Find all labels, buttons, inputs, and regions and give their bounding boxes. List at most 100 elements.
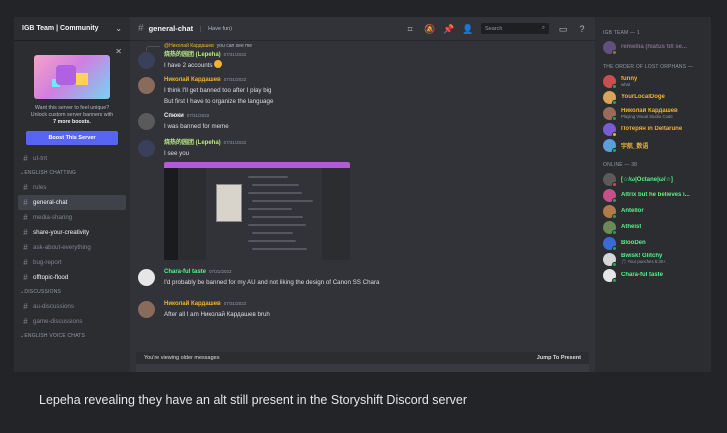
- message-header: Николай Кардашев 07/31/2022: [164, 299, 587, 309]
- category-title: ENGLISH CHATTING: [24, 170, 77, 176]
- chat-message: Спюки 07/31/2022 I was banned for meme: [138, 111, 587, 132]
- status-dot: [612, 131, 617, 137]
- hashtag-icon: #: [23, 154, 28, 163]
- channel-item[interactable]: # ut-tnt: [18, 151, 126, 166]
- boost-server-button[interactable]: Boost This Server: [26, 131, 118, 145]
- screenshot-text-line: [248, 240, 296, 242]
- member-item[interactable]: Atheist: [603, 219, 703, 235]
- avatar: [603, 236, 617, 251]
- avatar[interactable]: [138, 269, 155, 286]
- server-name: IGB Team | Community: [22, 25, 99, 32]
- message-header: Спюки 07/31/2022: [164, 111, 587, 121]
- hashtag-icon: #: [23, 183, 28, 192]
- message-text: I was banned for meme: [164, 121, 587, 132]
- older-messages-bar[interactable]: You're viewing older messages Jump To Pr…: [136, 352, 589, 364]
- member-item[interactable]: 宇航_数语: [603, 137, 703, 153]
- avatar[interactable]: [138, 113, 155, 130]
- help-icon[interactable]: ?: [577, 24, 587, 34]
- username[interactable]: 烧热的园团 (Lepeha): [164, 52, 221, 58]
- server-header[interactable]: IGB Team | Community ⌄: [14, 17, 130, 41]
- avatar: [603, 172, 617, 187]
- member-item[interactable]: Потерян in Deltarune: [603, 121, 703, 137]
- category-header[interactable]: ⌄ ENGLISH VOICE CHATS: [18, 329, 126, 343]
- message-text-content: I think I'll get banned too after I play…: [164, 87, 272, 94]
- emoji-icon: [214, 60, 223, 68]
- hashtag-icon: #: [23, 213, 28, 222]
- member-item[interactable]: Николай Кардашев Playing Visual Studio Co…: [603, 105, 703, 121]
- inbox-icon[interactable]: ▭: [558, 24, 568, 34]
- avatar: [603, 74, 617, 89]
- message-text: I think I'll get banned too after I play…: [164, 85, 587, 96]
- username[interactable]: Спюки: [164, 113, 184, 119]
- screenshot-text-line: [248, 192, 302, 194]
- bell-muted-icon[interactable]: 🔕: [424, 24, 435, 34]
- hashtag-icon: #: [23, 317, 28, 326]
- username[interactable]: Chara-ful taste: [164, 269, 206, 275]
- member-group-header: IGB TEAM — 1: [603, 30, 640, 36]
- status-dot: [612, 245, 617, 251]
- screenshot-text-line: [248, 208, 292, 210]
- members-icon[interactable]: 👤: [462, 24, 473, 34]
- member-item[interactable]: Chara-ful taste: [603, 267, 703, 283]
- hashtag-icon: #: [23, 273, 28, 282]
- username[interactable]: Николай Кардашев: [164, 77, 221, 83]
- chat-message: @Николай Кардашев you can see me 烧热的园团 (Le…: [138, 42, 587, 71]
- message-text-content: After all I am Николай Кардашев bruh: [164, 311, 270, 318]
- member-item[interactable]: Antellor: [603, 203, 703, 219]
- message-header: Николай Кардашев 07/31/2022: [164, 75, 587, 85]
- member-info: BlooDen: [621, 240, 646, 246]
- member-item[interactable]: Bwisk! Glitchy 🎵 Your punches 5:30+: [603, 251, 703, 267]
- attached-screenshot[interactable]: [164, 162, 350, 260]
- username[interactable]: Николай Кардашев: [164, 301, 221, 307]
- chat-message: Николай Кардашев 07/31/2022 After all I am…: [138, 299, 587, 320]
- timestamp: 07/31/2022: [186, 113, 210, 118]
- member-name: Altrix but he believes i...: [621, 192, 690, 198]
- avatar[interactable]: [138, 301, 155, 318]
- channel-topbar: # general-chat Have fun) ⌗ 🔕 📌 👤 Search …: [130, 17, 595, 41]
- category-header[interactable]: ⌄ ENGLISH CHATTING: [18, 166, 126, 180]
- close-icon[interactable]: ✕: [115, 47, 122, 56]
- hashtag-icon: #: [23, 258, 28, 267]
- channel-item[interactable]: # media-sharing: [18, 210, 126, 225]
- message-text-content: I see you: [164, 150, 190, 157]
- chevron-down-icon[interactable]: ⌄: [115, 24, 122, 33]
- threads-icon[interactable]: ⌗: [405, 24, 415, 34]
- channel-item[interactable]: # au-discussions: [18, 299, 126, 314]
- avatar[interactable]: [138, 140, 155, 157]
- channel-item[interactable]: # share-your-creativity: [18, 225, 126, 240]
- jump-to-present-button[interactable]: Jump To Present: [537, 355, 581, 361]
- boost-text-line: Want this server to feel unique?: [34, 105, 110, 111]
- status-dot: [612, 115, 617, 121]
- avatar: [603, 138, 617, 153]
- channel-item[interactable]: # general-chat: [18, 195, 126, 210]
- channel-item[interactable]: # game-discussions: [18, 314, 126, 329]
- member-item[interactable]: [☆/ω|Octane|ω/☆]: [603, 171, 703, 187]
- hashtag-icon: #: [23, 198, 28, 207]
- channel-topic: Have fun): [200, 25, 232, 32]
- member-item[interactable]: Altrix but he believes i...: [603, 187, 703, 203]
- channel-item[interactable]: # ask-about-everything: [18, 240, 126, 255]
- message-body: Спюки 07/31/2022 I was banned for meme: [164, 111, 587, 132]
- channel-item[interactable]: # bug-report: [18, 255, 126, 270]
- member-item[interactable]: remellia (hiatus till se...: [603, 39, 703, 55]
- message-text-content: But first I have to organize the languag…: [164, 98, 274, 105]
- member-info: Atheist: [621, 224, 641, 230]
- member-item[interactable]: BlooDen: [603, 235, 703, 251]
- message-composer[interactable]: [136, 364, 589, 372]
- avatar[interactable]: [138, 77, 155, 94]
- username[interactable]: 烧热的园团 (Lepeha): [164, 140, 221, 146]
- screenshot-members: [322, 168, 350, 260]
- member-item[interactable]: funny what: [603, 73, 703, 89]
- category-header[interactable]: ⌄ DISCUSSIONS: [18, 285, 126, 299]
- channel-item[interactable]: # rules: [18, 180, 126, 195]
- pin-icon[interactable]: 📌: [443, 24, 454, 34]
- reply-preview[interactable]: @Николай Кардашев you can see me: [146, 42, 587, 51]
- channel-item[interactable]: # offtopic-flood: [18, 270, 126, 285]
- search-input[interactable]: Search ⌕: [481, 23, 549, 34]
- avatar[interactable]: [138, 52, 155, 69]
- member-info: Bwisk! Glitchy 🎵 Your punches 5:30+: [621, 253, 666, 265]
- hashtag-icon: #: [138, 23, 144, 34]
- message-text-content: I have 2 accounts: [164, 62, 213, 69]
- member-status: Playing Visual Studio Code: [621, 113, 673, 119]
- member-item[interactable]: YourLocalDoge: [603, 89, 703, 105]
